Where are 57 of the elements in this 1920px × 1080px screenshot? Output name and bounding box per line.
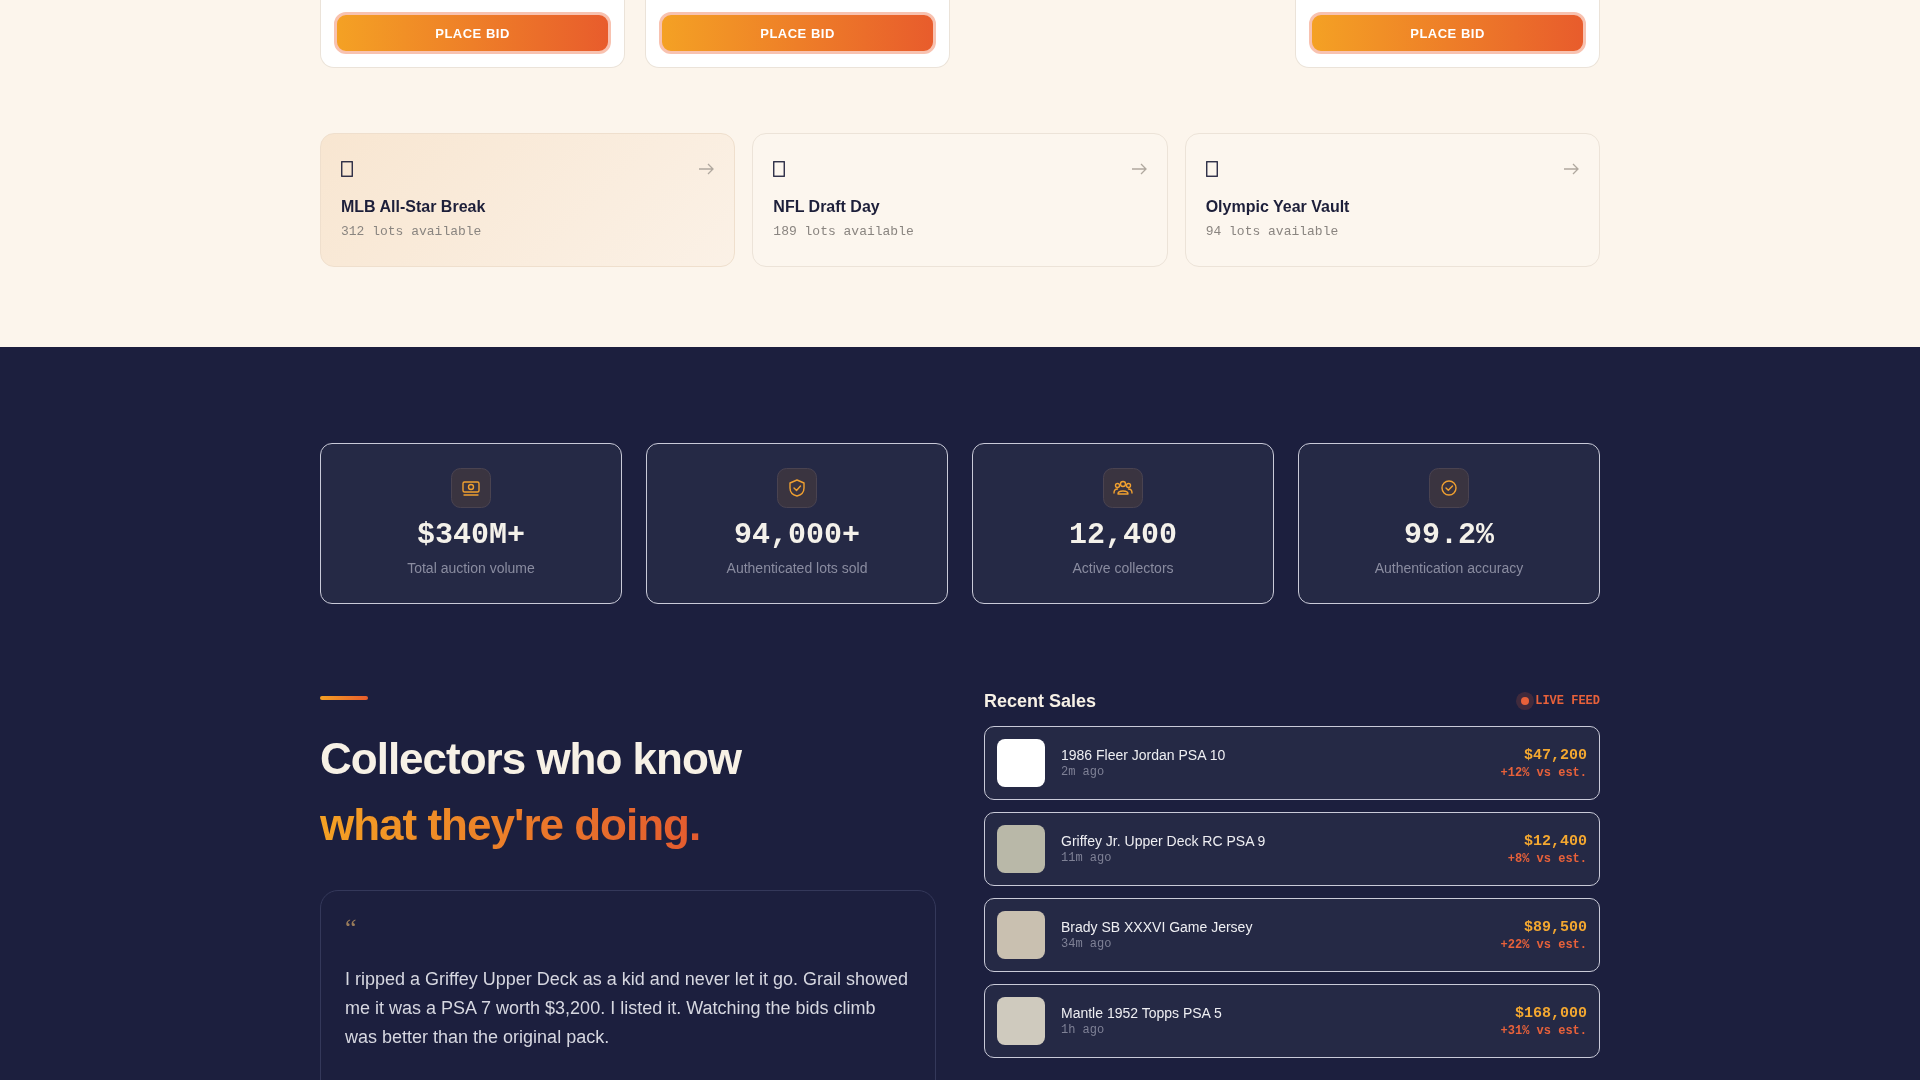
sale-row[interactable]: 1986 Fleer Jordan PSA 10 2m ago $47,200 +12% vs est.: [984, 726, 1600, 800]
sale-price: $12,400: [1524, 832, 1587, 850]
live-feed-label: LIVE FEED: [1535, 694, 1600, 708]
sale-row[interactable]: Brady SB XXXVI Game Jersey 34m ago $89,500 +22% vs est.: [984, 898, 1600, 972]
sale-row[interactable]: Griffey Jr. Upper Deck RC PSA 9 11m ago $12,400 +8% vs est.: [984, 812, 1600, 886]
stat-label: Authentication accuracy: [1374, 560, 1524, 576]
category-card[interactable]: NFL Draft Day 189 lots available: [752, 133, 1168, 267]
photo-placeholder: [997, 739, 1045, 787]
shield-check-icon: [777, 468, 817, 508]
arrow-right-icon: [698, 163, 715, 175]
sale-price: $47,200: [1524, 746, 1587, 764]
lot-count: 312 lots available: [341, 224, 483, 239]
sale-time: 34m ago: [1061, 937, 1113, 951]
photo-placeholder: [997, 997, 1045, 1045]
sale-item-name: Griffey Jr. Upper Deck RC PSA 9: [1061, 833, 1267, 849]
stat-label: Total auction volume: [407, 560, 535, 576]
sale-price: $168,000: [1515, 1004, 1587, 1022]
photo-placeholder: [997, 825, 1045, 873]
banknote-icon: [451, 468, 491, 508]
recent-sales-title: Recent Sales: [984, 690, 1097, 712]
stat-label: Authenticated lots sold: [726, 560, 868, 576]
arrow-right-icon: [1563, 163, 1579, 175]
price-change: +8% vs est.: [1507, 851, 1587, 866]
photo-placeholder: [997, 911, 1045, 959]
category-card[interactable]: Olympic Year Vault 94 lots available: [1184, 133, 1600, 267]
sale-price: $89,500: [1524, 918, 1587, 936]
people-icon: [1103, 468, 1143, 508]
price-change: +31% vs est.: [1500, 1023, 1587, 1038]
price-change: +12% vs est.: [1500, 765, 1587, 780]
category-card[interactable]: MLB All-Star Break 312 lots available: [320, 133, 736, 267]
quote-mark: “: [345, 913, 358, 943]
category-title: MLB All-Star Break: [341, 198, 487, 216]
section-heading: Collectors who know: [320, 733, 743, 785]
sale-time: 11m ago: [1061, 851, 1113, 865]
category-title: Olympic Year Vault: [1205, 198, 1351, 216]
category-title: NFL Draft Day: [773, 198, 881, 216]
live-dot-icon: [1521, 697, 1530, 705]
placeholder-glyph-icon: [1205, 161, 1218, 177]
stat-value: 94,000+: [734, 518, 860, 552]
accent-bar: [320, 696, 368, 700]
lot-count: 189 lots available: [773, 224, 915, 239]
stat-label: Active collectors: [1072, 560, 1174, 576]
price-change: +22% vs est.: [1500, 937, 1587, 952]
sale-row[interactable]: Mantle 1952 Topps PSA 5 1h ago $168,000 +31% vs est.: [984, 984, 1600, 1058]
lot-count: 94 lots available: [1205, 224, 1340, 239]
arrow-right-icon: [1130, 163, 1147, 175]
stat-value: 12,400: [1069, 518, 1177, 552]
sale-item-name: 1986 Fleer Jordan PSA 10: [1061, 747, 1227, 763]
placeholder-glyph-icon: [773, 161, 786, 177]
sale-item-name: Brady SB XXXVI Game Jersey: [1061, 919, 1254, 935]
stat-value: $340M+: [417, 518, 525, 552]
testimonial-text: I ripped a Griffey Upper Deck as a kid and never let it go. Grail showed me it was a PSA 7 worth $3,200. I listed it. Watching the bids climb was better than the original pack.: [345, 968, 909, 1049]
stat-value: 99.2%: [1404, 518, 1494, 552]
sale-time: 1h ago: [1061, 1023, 1106, 1037]
sale-time: 2m ago: [1061, 765, 1106, 779]
sale-item-name: Mantle 1952 Topps PSA 5: [1061, 1005, 1223, 1021]
placeholder-glyph-icon: [341, 161, 353, 177]
